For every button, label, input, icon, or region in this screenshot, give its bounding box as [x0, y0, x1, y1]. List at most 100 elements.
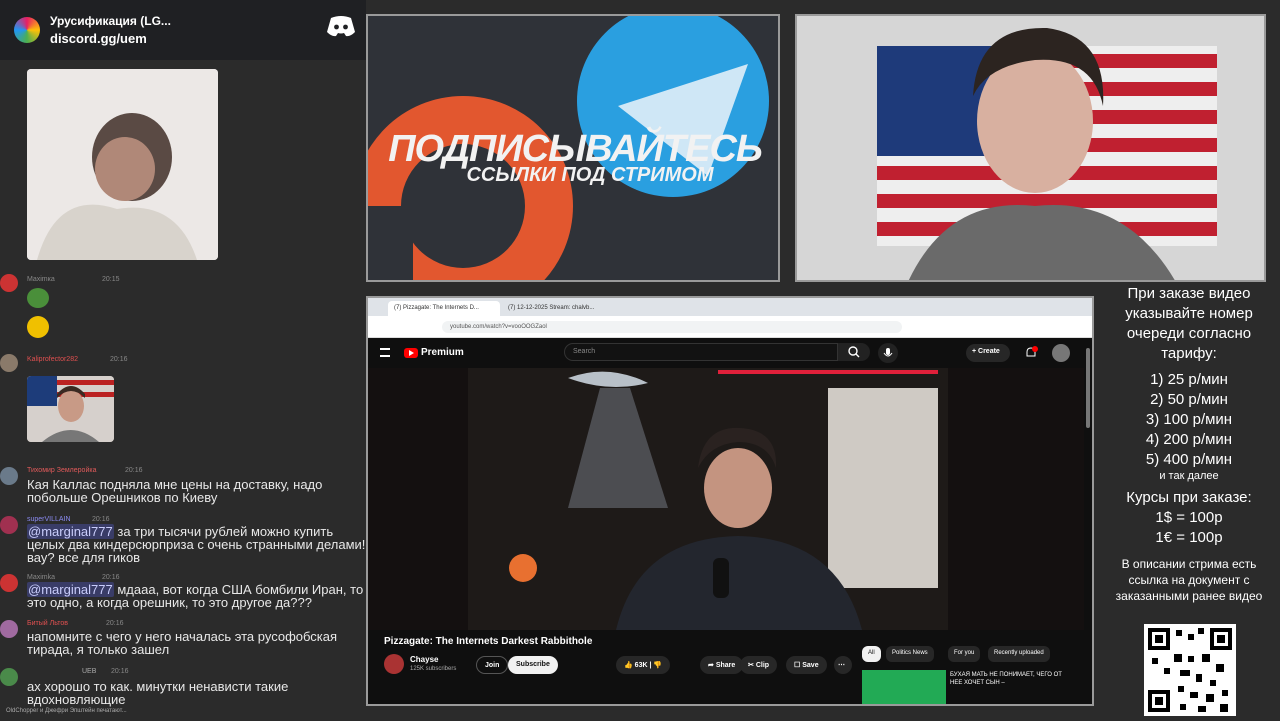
scissors-icon: ✂ — [748, 662, 756, 669]
price-item: 4) 200 р/мин — [1145, 431, 1233, 448]
message-time: 20:16 — [110, 356, 128, 363]
search-icon — [848, 346, 860, 358]
tab-stream[interactable]: (7) 12-12-2025 Stream: chalvb... — [502, 301, 614, 316]
chip-all[interactable]: All — [862, 646, 881, 662]
avatar — [0, 620, 18, 638]
youtube-play-icon — [404, 347, 418, 358]
discord-header: Урусификация (LG... discord.gg/uem — [0, 0, 366, 60]
promo-banner: ПОДПИСЫВАЙТЕСЬ ССЫЛКИ ПОД СТРИМОМ — [366, 14, 780, 282]
message-time: 20:16 — [111, 668, 129, 675]
webcam-feed — [795, 14, 1266, 282]
server-icon — [14, 17, 40, 43]
tab-pizzagate[interactable]: (7) Pizzagate: The Internets D... — [388, 301, 500, 316]
video-player[interactable] — [368, 368, 1084, 630]
url-field[interactable]: youtube.com/watch?v=vooOOGZaol — [442, 321, 902, 333]
subscribe-button[interactable]: Subscribe — [508, 656, 558, 674]
youtube-logo-text: Premium — [421, 347, 464, 358]
youtube-header: Premium Search + Create — [368, 338, 1092, 368]
message-text: напомните с чего у него началась эта рус… — [27, 629, 338, 657]
message-username: Kaliprofector282 — [27, 356, 78, 363]
price-etc: и так далее — [1159, 470, 1219, 482]
webcam-image — [797, 16, 1264, 280]
channel-name[interactable]: Chayse — [410, 655, 438, 664]
message-time: 20:15 — [102, 276, 120, 283]
join-button[interactable]: Join — [476, 656, 509, 674]
avatar — [0, 516, 18, 534]
save-button[interactable]: ☐ Save — [786, 656, 827, 674]
discord-logo-icon — [327, 16, 355, 37]
bookmark-icon: ☐ — [794, 662, 803, 669]
create-button[interactable]: + Create — [966, 344, 1010, 362]
mic-button[interactable] — [878, 343, 898, 363]
price-item: 5) 400 р/мин — [1145, 451, 1233, 468]
chip-recently-uploaded[interactable]: Recently uploaded — [988, 646, 1050, 662]
video-title: Pizzagate: The Internets Darkest Rabbith… — [384, 636, 593, 647]
tab-bar: (7) Pizzagate: The Internets D... (7) 12… — [368, 298, 1092, 316]
description-note: В описании стрима есть ссылка на докумен… — [1115, 557, 1263, 603]
message-username: Битый Льтов — [27, 620, 69, 627]
message-username: UEB — [82, 668, 97, 675]
typing-indicator: OldChopper и Джефри Эпштейн печатают... — [6, 708, 127, 714]
thumbs-up-icon: 👍 — [624, 662, 635, 669]
search-input[interactable]: Search — [564, 343, 838, 361]
avatar — [0, 274, 18, 292]
menu-icon[interactable] — [380, 348, 390, 357]
share-label: Share — [715, 662, 736, 669]
mic-icon — [883, 348, 893, 357]
rate-item: 1€ = 100р — [1155, 529, 1223, 546]
avatar — [0, 574, 18, 592]
share-button[interactable]: ➦ Share — [700, 656, 744, 674]
message-username: Maximка — [27, 276, 55, 283]
avatar — [0, 467, 18, 485]
address-bar: youtube.com/watch?v=vooOOGZaol — [368, 316, 1092, 338]
message-time: 20:16 — [125, 467, 143, 474]
emoji-face — [27, 316, 49, 338]
youtube-logo[interactable]: Premium — [404, 347, 464, 358]
price-item: 2) 50 р/мин — [1150, 391, 1228, 408]
search-button[interactable] — [838, 343, 870, 361]
message-text: Кая Каллас подняла мне цены на доставку,… — [27, 477, 323, 505]
promo-subtitle: ССЫЛКИ ПОД СТРИМОМ — [466, 164, 714, 186]
pepe-emoji — [27, 288, 49, 308]
message-time: 20:16 — [102, 574, 120, 581]
message-time: 20:16 — [92, 516, 110, 523]
channel-avatar[interactable] — [384, 654, 404, 674]
order-info-panel: При заказе видео указывайте номер очеред… — [1098, 282, 1280, 720]
message-text: ах хорошо то как. минутки ненависти таки… — [27, 679, 289, 707]
clip-button[interactable]: ✂ Clip — [740, 656, 778, 674]
chip-politics-news[interactable]: Politics News — [886, 646, 934, 662]
message-time: 20:16 — [106, 620, 124, 627]
order-instructions: При заказе видео указывайте номер очеред… — [1125, 285, 1253, 362]
chip-for-you[interactable]: For you — [948, 646, 981, 662]
channel-subscribers: 125K subscribers — [410, 666, 457, 672]
scrollbar[interactable] — [1086, 348, 1090, 428]
share-icon: ➦ — [708, 662, 716, 669]
video-frame — [368, 368, 1084, 630]
message-username: Maximka — [27, 574, 56, 581]
chat-image-man[interactable] — [27, 69, 218, 260]
server-title: Урусификация (LG... — [50, 14, 171, 28]
clip-label: Clip — [755, 662, 770, 669]
price-item: 1) 25 р/мин — [1150, 371, 1228, 388]
more-actions-button[interactable]: ⋯ — [834, 656, 852, 674]
rates-title: Курсы при заказе: — [1126, 489, 1252, 506]
message-text: @marginal777 за три тысячи рублей можно … — [27, 524, 366, 564]
message-text: @marginal777 мдааа, вот когда США бомбил… — [27, 582, 366, 609]
invite-link[interactable]: discord.gg/uem — [50, 31, 171, 46]
chat-feed[interactable]: Maximка 20:15 Kaliprofector282 20:16 Тих… — [0, 60, 366, 720]
thumbs-down-icon[interactable]: | 👎 — [648, 662, 662, 669]
user-avatar[interactable] — [1052, 344, 1070, 362]
next-video-title[interactable]: БУХАЯ МАТЬ НЕ ПОНИМАЕТ, ЧЕГО ОТ НЕЕ ХОЧЕ… — [950, 671, 1070, 687]
notification-bell-icon[interactable] — [1024, 346, 1038, 360]
browser-window: (7) Pizzagate: The Internets D... (7) 12… — [366, 296, 1094, 706]
price-item: 3) 100 р/мин — [1145, 411, 1233, 428]
chat-image-streamer[interactable] — [27, 376, 114, 442]
save-label: Save — [802, 662, 819, 669]
like-count: 63K — [634, 662, 648, 669]
qr-code[interactable] — [1144, 624, 1236, 716]
message-username: Тихомир Землеройка — [27, 467, 97, 474]
message-username: superVILLAIN — [27, 516, 71, 523]
like-button[interactable]: 👍 63K | 👎 — [616, 656, 671, 674]
rate-item: 1$ = 100р — [1155, 509, 1223, 526]
next-video-thumbnail[interactable] — [862, 670, 946, 704]
